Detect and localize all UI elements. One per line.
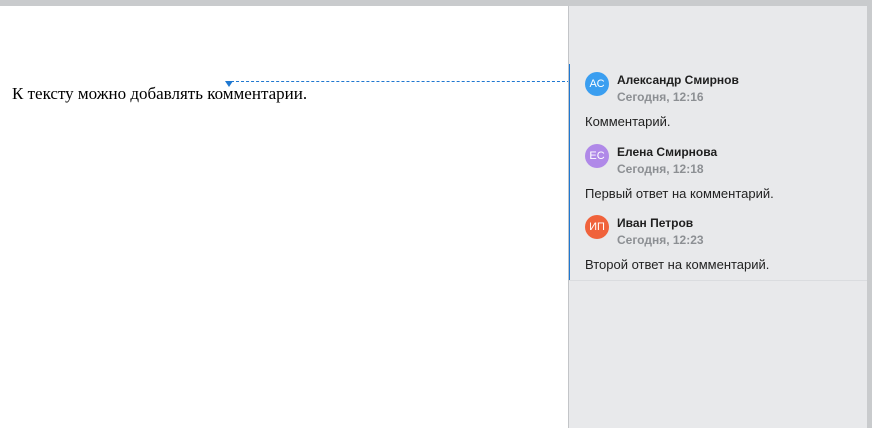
comments-panel: АС Александр Смирнов Сегодня, 12:16 Комм… [568,6,867,428]
comment-time: Сегодня, 12:16 [617,90,704,104]
comment-text: Первый ответ на комментарий. [585,186,774,201]
comment-time: Сегодня, 12:23 [617,233,704,247]
avatar: ИП [585,215,609,239]
comment-text: Комментарий. [585,114,671,129]
comment-author: Елена Смирнова [617,145,718,159]
comment-connector-line [231,81,570,82]
thread-active-indicator [569,64,570,280]
comment-author: Иван Петров [617,216,694,230]
comment-time: Сегодня, 12:18 [617,162,704,176]
avatar: АС [585,72,609,96]
document-area[interactable]: К тексту можно добавлять комментарии. [1,6,570,428]
avatar: ЕС [585,144,609,168]
comment-thread[interactable]: АС Александр Смирнов Сегодня, 12:16 Комм… [569,64,867,281]
comment-text: Второй ответ на комментарий. [585,257,770,272]
comment-author: Александр Смирнов [617,73,739,87]
document-text[interactable]: К тексту можно добавлять комментарии. [12,84,307,104]
editor-window: К тексту можно добавлять комментарии. АС… [0,6,867,428]
